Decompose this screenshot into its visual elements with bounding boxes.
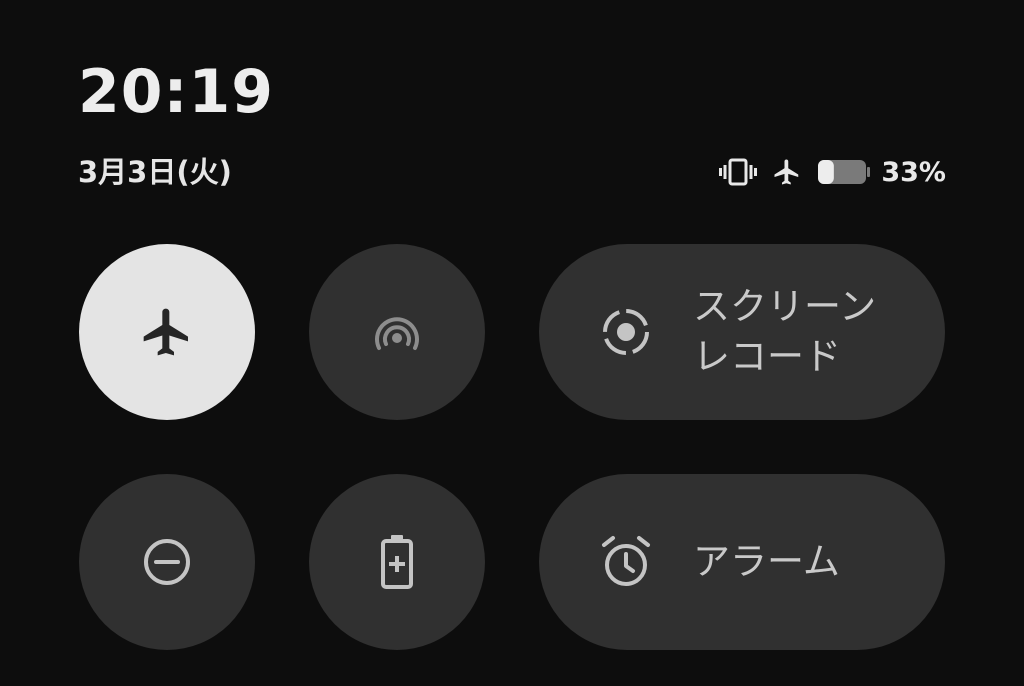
hotspot-tile[interactable] xyxy=(309,244,485,420)
battery-saver-tile[interactable] xyxy=(309,474,485,650)
status-bar: 33% xyxy=(719,152,946,192)
screen-record-tile[interactable]: スクリーン レコード xyxy=(539,244,945,420)
battery-percent: 33% xyxy=(881,156,946,188)
screen-record-icon xyxy=(599,305,653,359)
airplane-mode-tile[interactable] xyxy=(79,244,255,420)
battery-icon xyxy=(817,158,871,186)
date-label[interactable]: 3月3日(火) xyxy=(78,158,232,187)
airplane-icon xyxy=(771,157,803,187)
hotspot-icon xyxy=(369,304,425,360)
quick-settings-panel: 20:19 3月3日(火) 33% スクリーン レコード アラーム xyxy=(0,0,1024,686)
clock-time[interactable]: 20:19 xyxy=(78,62,274,122)
alarm-icon xyxy=(599,535,653,589)
battery-saver-icon xyxy=(377,533,417,591)
alarm-tile[interactable]: アラーム xyxy=(539,474,945,650)
do-not-disturb-icon xyxy=(139,534,195,590)
vibrate-icon xyxy=(719,157,758,187)
alarm-label: アラーム xyxy=(693,540,840,584)
airplane-icon xyxy=(139,304,195,360)
do-not-disturb-tile[interactable] xyxy=(79,474,255,650)
screen-record-label: スクリーン レコード xyxy=(693,285,877,378)
